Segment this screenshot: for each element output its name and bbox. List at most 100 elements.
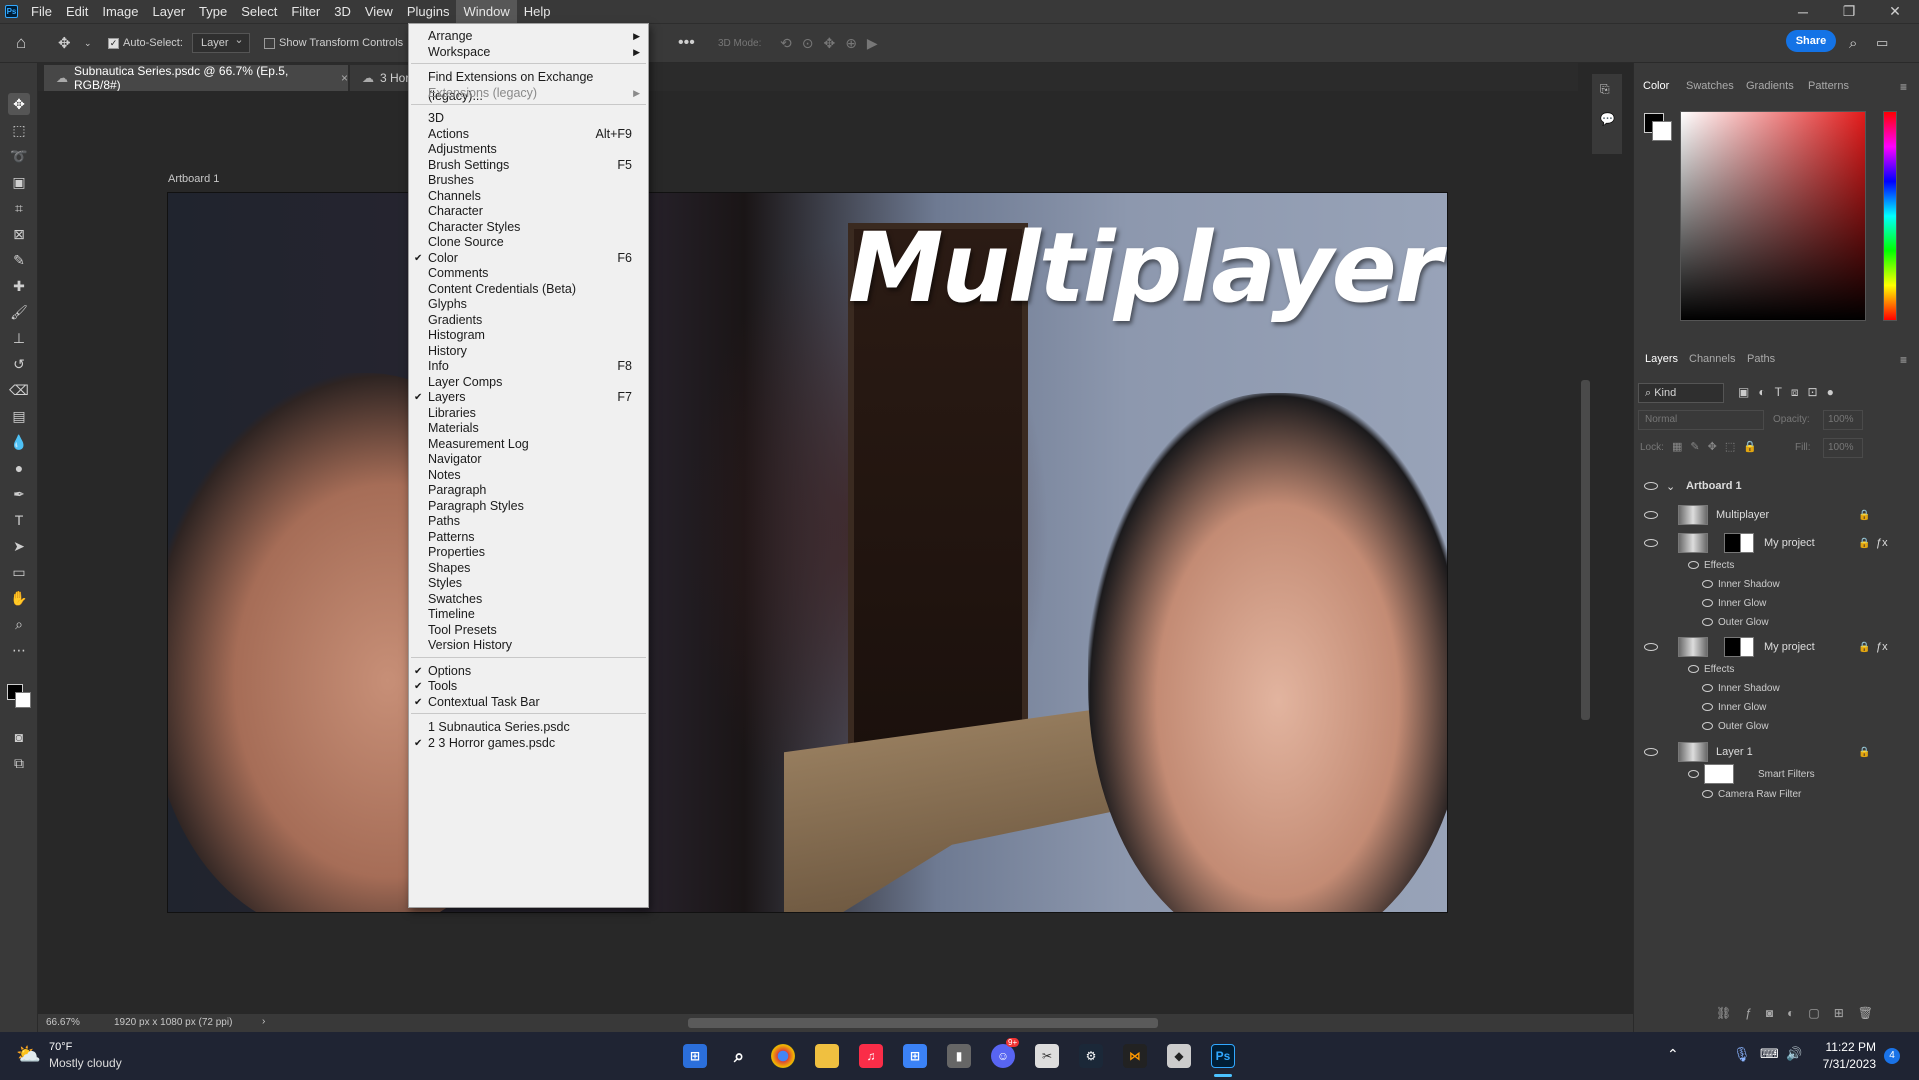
comments-panel-icon[interactable]: 💬 xyxy=(1600,112,1615,126)
visibility-eye-icon[interactable] xyxy=(1702,599,1713,607)
tab-patterns[interactable]: Patterns xyxy=(1808,80,1849,98)
gradient-tool-icon[interactable]: ▤ xyxy=(8,405,30,427)
marquee-tool-icon[interactable]: ⬚ xyxy=(8,119,30,141)
itunes-icon[interactable]: ♫ xyxy=(859,1044,883,1068)
layer-row[interactable]: 🔒 Multiplayer xyxy=(1636,505,1916,525)
screen-mode-icon[interactable]: ⧉ xyxy=(8,752,30,774)
history-brush-tool-icon[interactable]: ↺ xyxy=(8,353,30,375)
menu-plugins[interactable]: Plugins xyxy=(400,0,457,23)
tab-gradients[interactable]: Gradients xyxy=(1746,80,1794,98)
visibility-eye-icon[interactable] xyxy=(1702,580,1713,588)
lasso-tool-icon[interactable]: ➰ xyxy=(8,145,30,167)
app-icon[interactable]: ▮ xyxy=(947,1044,971,1068)
epic-games-icon[interactable]: ⋈ xyxy=(1123,1044,1147,1068)
layer-effect-row[interactable]: Smart Filters xyxy=(1636,764,1916,784)
type-tool-icon[interactable]: T xyxy=(8,509,30,531)
menu-layer[interactable]: Layer xyxy=(146,0,193,23)
visibility-eye-icon[interactable] xyxy=(1702,722,1713,730)
more-options-icon[interactable]: ••• xyxy=(678,23,695,63)
menu-3d[interactable]: 3D xyxy=(327,0,358,23)
crop-tool-icon[interactable]: ⌗ xyxy=(8,197,30,219)
menu-view[interactable]: View xyxy=(358,0,400,23)
search-icon[interactable]: ⌕ xyxy=(727,1044,751,1068)
show-transform-controls-checkbox[interactable]: Show Transform Controls xyxy=(264,23,403,63)
panel-menu-icon[interactable]: ≡ xyxy=(1900,80,1907,94)
search-icon[interactable]: ⌕ xyxy=(1849,23,1857,63)
clock-date[interactable]: 7/31/2023 xyxy=(1816,1057,1876,1071)
menu-image[interactable]: Image xyxy=(95,0,145,23)
hand-tool-icon[interactable]: ✋ xyxy=(8,587,30,609)
eyedropper-tool-icon[interactable]: ✎ xyxy=(8,249,30,271)
menu-item-contextual-task-bar[interactable]: ✔ Contextual Task Bar xyxy=(409,693,648,712)
dodge-tool-icon[interactable]: ● xyxy=(8,457,30,479)
move-tool-icon[interactable]: ✥ xyxy=(8,93,30,115)
rectangle-tool-icon[interactable]: ▭ xyxy=(8,561,30,583)
tab-channels[interactable]: Channels xyxy=(1689,353,1735,371)
layer-effect-row[interactable]: Inner Glow xyxy=(1636,593,1916,613)
visibility-eye-icon[interactable] xyxy=(1644,482,1658,490)
panel-menu-icon[interactable]: ≡ xyxy=(1900,353,1907,367)
layers-footer-icons[interactable]: ⛓ƒ◙◐▢⊞🗑 xyxy=(1636,1006,1916,1028)
chevron-down-icon[interactable]: ⌄ xyxy=(84,23,92,63)
layer-row[interactable]: ƒx 🔒 My project xyxy=(1636,533,1916,553)
visibility-eye-icon[interactable] xyxy=(1644,748,1658,756)
windows-start-icon[interactable]: ⊞ xyxy=(683,1044,707,1068)
minimize-icon[interactable]: ─ xyxy=(1780,0,1826,23)
opacity-field[interactable]: 100% xyxy=(1823,410,1863,430)
weather-icon[interactable]: ⛅ xyxy=(16,1042,41,1067)
layer-effects-icon[interactable]: ƒx xyxy=(1876,537,1888,549)
clone-stamp-tool-icon[interactable]: ⊥ xyxy=(8,327,30,349)
zoom-level[interactable]: 66.67% xyxy=(46,1017,80,1028)
menu-item-2-3-horror-games-psdc[interactable]: ✔ 2 3 Horror games.psdc xyxy=(409,734,648,753)
file-explorer-icon[interactable] xyxy=(815,1044,839,1068)
steam-icon[interactable]: ⚙ xyxy=(1079,1044,1103,1068)
auto-select-checkbox[interactable]: ✓ Auto-Select: xyxy=(108,23,183,63)
weather-description[interactable]: Mostly cloudy xyxy=(49,1056,122,1070)
object-selection-tool-icon[interactable]: ▣ xyxy=(8,171,30,193)
visibility-eye-icon[interactable] xyxy=(1644,539,1658,547)
visibility-eye-icon[interactable] xyxy=(1688,665,1699,673)
eraser-tool-icon[interactable]: ⌫ xyxy=(8,379,30,401)
volume-icon[interactable]: 🔊 xyxy=(1786,1046,1802,1062)
brush-tool-icon[interactable]: 🖌 xyxy=(8,301,30,323)
frame-tool-icon[interactable]: ⊠ xyxy=(8,223,30,245)
chevron-up-icon[interactable]: ⌃ xyxy=(1667,1046,1679,1063)
horizontal-scrollbar[interactable] xyxy=(688,1018,1158,1028)
menu-item-version-history[interactable]: Version History xyxy=(409,636,648,655)
tab-3-horror-games[interactable]: ☁ 3 Hor xyxy=(350,65,410,91)
close-tab-icon[interactable]: × xyxy=(341,71,348,85)
layer-row[interactable]: ƒx 🔒 My project xyxy=(1636,637,1916,657)
tab-swatches[interactable]: Swatches xyxy=(1686,80,1734,98)
quick-mask-icon[interactable]: ◙ xyxy=(8,726,30,748)
artboard-label[interactable]: Artboard 1 xyxy=(168,173,219,185)
microsoft-store-icon[interactable]: ⊞ xyxy=(903,1044,927,1068)
home-icon[interactable]: ⌂ xyxy=(16,23,26,63)
notification-badge[interactable]: 4 xyxy=(1884,1048,1900,1064)
visibility-eye-icon[interactable] xyxy=(1644,511,1658,519)
move-tool-icon[interactable]: ✥ xyxy=(58,23,71,63)
menu-filter[interactable]: Filter xyxy=(284,0,327,23)
menu-file[interactable]: File xyxy=(24,0,59,23)
layer-effect-row[interactable]: Inner Shadow xyxy=(1636,678,1916,698)
visibility-eye-icon[interactable] xyxy=(1702,684,1713,692)
tab-color[interactable]: Color xyxy=(1643,80,1669,98)
restore-icon[interactable]: ❐ xyxy=(1826,0,1872,23)
snipping-tool-icon[interactable]: ✂ xyxy=(1035,1044,1059,1068)
photoshop-taskbar-icon[interactable]: Ps xyxy=(1211,1044,1235,1068)
menu-item-workspace[interactable]: Workspace ▶ xyxy=(409,43,648,62)
clock-time[interactable]: 11:22 PM xyxy=(1824,1040,1876,1054)
close-icon[interactable]: ✕ xyxy=(1872,0,1918,23)
lock-options-icons[interactable]: ▦✎✥⬚🔒 xyxy=(1672,440,1765,453)
visibility-eye-icon[interactable] xyxy=(1702,790,1713,798)
blend-mode-dropdown[interactable]: Normal xyxy=(1638,410,1764,430)
hue-slider[interactable] xyxy=(1883,111,1897,321)
discord-icon[interactable]: ☺ xyxy=(991,1044,1015,1068)
menu-window[interactable]: Window xyxy=(456,0,517,23)
layer-row[interactable]: 🔒 Layer 1 xyxy=(1636,742,1916,762)
smart-filter-mask-thumbnail[interactable] xyxy=(1704,764,1734,784)
layer-kind-filter[interactable]: ⌕ Kind xyxy=(1638,383,1724,403)
share-button[interactable]: Share xyxy=(1786,30,1836,52)
history-panel-icon[interactable]: ⎘ xyxy=(1600,82,1610,97)
chrome-icon[interactable] xyxy=(771,1044,795,1068)
layer-effect-row[interactable]: Effects xyxy=(1636,555,1916,575)
